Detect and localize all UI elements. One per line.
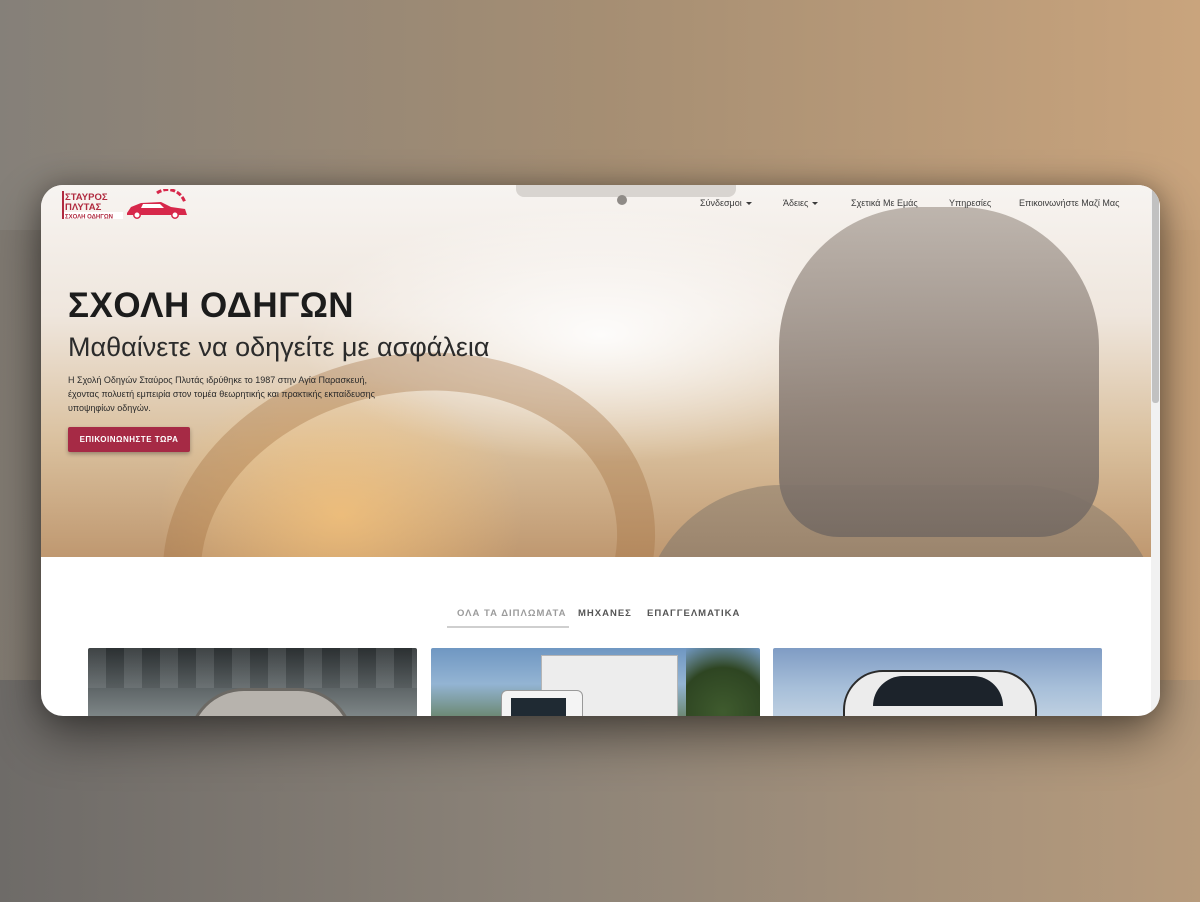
- building-glass-graphic: [88, 648, 417, 688]
- rearview-mirror-graphic: [516, 185, 736, 197]
- nav-licenses-label: Άδειες: [783, 198, 809, 208]
- card-car[interactable]: [88, 648, 417, 716]
- hero-text-line: υποψηφίων οδηγών.: [68, 403, 151, 413]
- tab-all-licenses[interactable]: ΟΛΑ ΤΑ ΔΙΠΛΩΜΑΤΑ: [457, 608, 566, 619]
- browser-window: ΣΤΑΥΡΟΣ ΠΛΥΤΑΣ ΣΧΟΛΗ ΟΔΗΓΩΝ Σύνδεσμοι Άδ…: [41, 185, 1160, 716]
- headrest-graphic: [779, 207, 1099, 537]
- contact-now-button[interactable]: ΕΠΙΚΟΙΝΩΝΗΣΤΕ ΤΩΡΑ: [68, 427, 190, 452]
- tab-motorcycles[interactable]: ΜΗΧΑΝΕΣ: [578, 608, 632, 619]
- tab-professional[interactable]: ΕΠΑΓΓΕΛΜΑΤΙΚΑ: [647, 608, 740, 619]
- mirror-stem-graphic: [617, 195, 627, 205]
- logo-line3: ΣΧΟΛΗ ΟΔΗΓΩΝ: [65, 215, 113, 221]
- active-tab-indicator: [447, 626, 569, 628]
- brand-logo[interactable]: ΣΤΑΥΡΟΣ ΠΛΥΤΑΣ ΣΧΟΛΗ ΟΔΗΓΩΝ: [61, 189, 189, 221]
- nav-contact-label: Επικοινωνήστε Μαζί Μας: [1019, 198, 1120, 208]
- hero-text-line: Η Σχολή Οδηγών Σταύρος Πλυτάς ιδρύθηκε τ…: [68, 375, 367, 385]
- chevron-down-icon: [812, 202, 819, 206]
- nav-services-label: Υπηρεσίες: [949, 198, 992, 208]
- hero-section: ΣΤΑΥΡΟΣ ΠΛΥΤΑΣ ΣΧΟΛΗ ΟΔΗΓΩΝ Σύνδεσμοι Άδ…: [41, 185, 1151, 557]
- hero-description: Η Σχολή Οδηγών Σταύρος Πλυτάς ιδρύθηκε τ…: [68, 373, 428, 415]
- nav-services[interactable]: Υπηρεσίες: [949, 198, 991, 214]
- nav-links-dropdown[interactable]: Σύνδεσμοι: [700, 198, 752, 214]
- truck-window-graphic: [511, 698, 566, 716]
- card-truck[interactable]: [431, 648, 760, 716]
- hero-subtitle: Μαθαίνετε να οδηγείτε με ασφάλεια: [68, 332, 490, 362]
- car-image-icon: [188, 688, 354, 716]
- hero-title: ΣΧΟΛΗ ΟΔΗΓΩΝ: [68, 286, 355, 325]
- bus-window-graphic: [873, 676, 1003, 706]
- nav-about[interactable]: Σχετικά Με Εμάς: [851, 198, 918, 214]
- scrollbar-thumb[interactable]: [1152, 187, 1159, 403]
- trees-graphic: [686, 648, 760, 716]
- nav-links-label: Σύνδεσμοι: [700, 198, 742, 208]
- chevron-down-icon: [745, 202, 752, 206]
- nav-about-label: Σχετικά Με Εμάς: [851, 198, 918, 208]
- logo-line2: ΠΛΥΤΑΣ: [65, 202, 102, 213]
- car-logo-icon: [127, 189, 187, 219]
- card-bus[interactable]: [773, 648, 1102, 716]
- nav-contact[interactable]: Επικοινωνήστε Μαζί Μας: [1019, 198, 1119, 214]
- hero-text-line: έχοντας πολυετή εμπειρία στον τομέα θεωρ…: [68, 389, 375, 399]
- page-scrollbar[interactable]: [1151, 185, 1160, 716]
- nav-licenses-dropdown[interactable]: Άδειες: [783, 198, 819, 214]
